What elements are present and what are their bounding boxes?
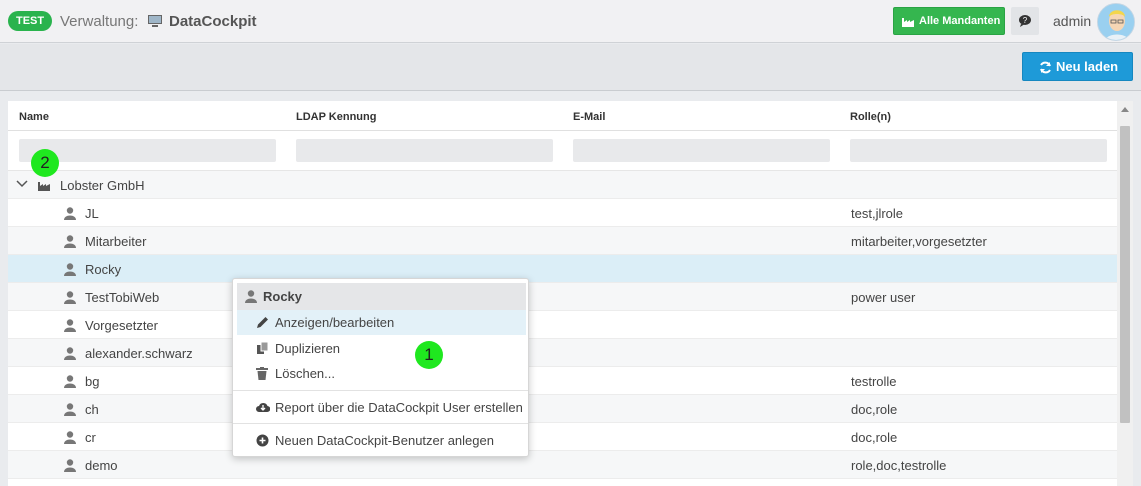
menu-item-report[interactable]: Report über die DataCockpit User erstell…	[237, 395, 526, 420]
app-name: DataCockpit	[169, 13, 257, 30]
annotation-marker-1: 1	[415, 341, 443, 369]
column-header-name[interactable]: Name	[19, 110, 49, 124]
menu-item-delete[interactable]: Löschen...	[237, 361, 526, 386]
user-icon	[245, 290, 257, 303]
filter-email-input[interactable]	[573, 139, 830, 162]
row-name: cr	[85, 430, 96, 445]
group-label: Lobster GmbH	[60, 178, 145, 193]
row-roles: mitarbeiter,vorgesetzter	[851, 234, 987, 249]
row-roles: role,doc,testrolle	[851, 458, 947, 473]
context-menu-header: Rocky	[237, 283, 526, 310]
user-icon	[64, 319, 76, 332]
row-roles: power user	[851, 290, 916, 305]
menu-divider	[233, 423, 528, 424]
filter-row	[8, 131, 1117, 171]
table-row[interactable]: cr doc,role	[8, 423, 1117, 451]
context-menu: Rocky Anzeigen/bearbeiten Duplizieren Lö…	[232, 278, 529, 457]
toolbar: Neu laden	[0, 44, 1141, 91]
row-name: Mitarbeiter	[85, 234, 147, 249]
chat-button[interactable]: ?	[1011, 7, 1039, 35]
user-avatar[interactable]	[1097, 3, 1135, 41]
filter-roles-input[interactable]	[850, 139, 1107, 162]
row-name: demo	[85, 458, 118, 473]
group-row-lobster[interactable]: Lobster GmbH	[8, 171, 1117, 199]
column-header-roles[interactable]: Rolle(n)	[850, 110, 891, 124]
environment-badge: TEST	[8, 11, 53, 31]
plus-circle-icon	[256, 434, 269, 447]
user-grid: Name LDAP Kennung E-Mail Rolle(n) Lobste…	[8, 101, 1117, 486]
chat-bubble-icon: ?	[1019, 15, 1031, 27]
cloud-download-icon	[256, 403, 270, 413]
factory-icon	[902, 18, 914, 27]
table-row[interactable]: Vorgesetzter	[8, 311, 1117, 339]
row-name: Vorgesetzter	[85, 318, 158, 333]
top-bar: TEST Verwaltung: DataCockpit Alle Mandan…	[0, 0, 1141, 43]
row-roles: test,jlrole	[851, 206, 904, 221]
menu-item-label: Löschen...	[275, 366, 335, 381]
menu-item-label: Anzeigen/bearbeiten	[275, 315, 395, 330]
user-icon	[64, 291, 76, 304]
scroll-up-arrow-icon[interactable]	[1121, 107, 1129, 112]
current-user-name[interactable]: admin	[1053, 12, 1091, 30]
reload-button[interactable]: Neu laden	[1022, 52, 1133, 81]
row-name: JL	[85, 206, 99, 221]
row-name: bg	[85, 374, 100, 389]
column-header-ldap[interactable]: LDAP Kennung	[296, 110, 376, 124]
factory-icon	[38, 182, 50, 191]
all-mandanten-button[interactable]: Alle Mandanten	[893, 7, 1005, 35]
monitor-icon	[148, 15, 162, 27]
user-icon	[64, 235, 76, 248]
table-row[interactable]: Mitarbeiter mitarbeiter,vorgesetzter	[8, 227, 1117, 255]
row-roles: testrolle	[851, 374, 897, 389]
section-label: Verwaltung:	[60, 13, 139, 30]
chevron-down-icon[interactable]	[16, 180, 28, 188]
annotation-marker-2: 2	[31, 149, 59, 177]
menu-item-new-user[interactable]: Neuen DataCockpit-Benutzer anlegen	[237, 428, 526, 453]
row-name: Rocky	[85, 262, 122, 277]
user-icon	[64, 459, 76, 472]
trash-icon	[256, 367, 268, 380]
menu-item-view-edit[interactable]: Anzeigen/bearbeiten	[237, 310, 526, 335]
table-row[interactable]: ch doc,role	[8, 395, 1117, 423]
avatar-icon	[1098, 4, 1134, 40]
row-name: ch	[85, 402, 99, 417]
user-icon	[64, 207, 76, 220]
menu-divider	[233, 390, 528, 391]
table-row-selected[interactable]: Rocky	[8, 255, 1117, 283]
filter-ldap-input[interactable]	[296, 139, 553, 162]
user-icon	[64, 431, 76, 444]
user-icon	[64, 347, 76, 360]
menu-item-label: Neuen DataCockpit-Benutzer anlegen	[275, 433, 494, 448]
menu-item-label: Duplizieren	[275, 341, 341, 356]
context-menu-title: Rocky	[263, 289, 303, 304]
user-icon	[64, 403, 76, 416]
user-icon	[64, 375, 76, 388]
row-roles: doc,role	[851, 430, 898, 445]
pencil-icon	[257, 317, 268, 328]
vertical-scrollbar[interactable]	[1117, 101, 1133, 486]
row-roles: doc,role	[851, 402, 898, 417]
row-name: TestTobiWeb	[85, 290, 160, 305]
table-row[interactable]: TestTobiWeb power user	[8, 283, 1117, 311]
scrollbar-thumb[interactable]	[1120, 126, 1130, 423]
svg-text:?: ?	[1023, 16, 1028, 25]
menu-item-label: Report über die DataCockpit User erstell…	[275, 400, 523, 415]
all-mandanten-label: Alle Mandanten	[919, 15, 1001, 27]
menu-item-duplicate[interactable]: Duplizieren	[237, 336, 526, 361]
table-row[interactable]: demo role,doc,testrolle	[8, 451, 1117, 479]
user-icon	[64, 263, 76, 276]
table-row[interactable]: bg testrolle	[8, 367, 1117, 395]
table-row[interactable]: alexander.schwarz	[8, 339, 1117, 367]
column-header-email[interactable]: E-Mail	[573, 110, 605, 124]
reload-label: Neu laden	[1056, 59, 1119, 74]
table-row[interactable]: JL test,jlrole	[8, 199, 1117, 227]
grid-header: Name LDAP Kennung E-Mail Rolle(n)	[8, 101, 1117, 131]
row-name: alexander.schwarz	[85, 346, 193, 361]
copy-icon	[257, 342, 269, 354]
refresh-icon	[1040, 61, 1051, 74]
